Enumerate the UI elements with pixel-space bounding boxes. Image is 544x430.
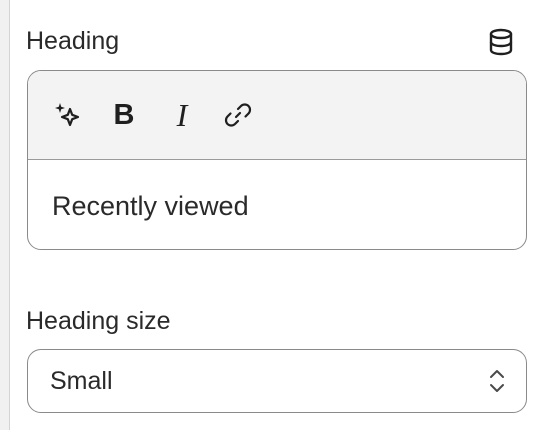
heading-size-select[interactable]: Small <box>27 349 527 413</box>
italic-glyph: I <box>176 96 188 133</box>
chevron-up-down-icon <box>486 366 508 396</box>
heading-text-value[interactable]: Recently viewed <box>52 189 249 223</box>
editor-toolbar: B I <box>28 71 526 160</box>
database-icon[interactable] <box>488 28 514 56</box>
bold-glyph: B <box>113 98 135 131</box>
heading-size-label: Heading size <box>26 307 171 335</box>
heading-size-selected: Small <box>50 367 113 395</box>
heading-label: Heading <box>26 27 120 55</box>
bold-button[interactable]: B <box>104 95 144 135</box>
settings-panel: Heading B I Recently viewed Heading size… <box>10 0 544 430</box>
heading-rich-text-editor: B I Recently viewed <box>27 70 527 250</box>
link-icon[interactable] <box>218 95 258 135</box>
sparkle-icon[interactable] <box>48 95 88 135</box>
italic-button[interactable]: I <box>162 95 202 135</box>
panel-edge <box>0 0 10 430</box>
